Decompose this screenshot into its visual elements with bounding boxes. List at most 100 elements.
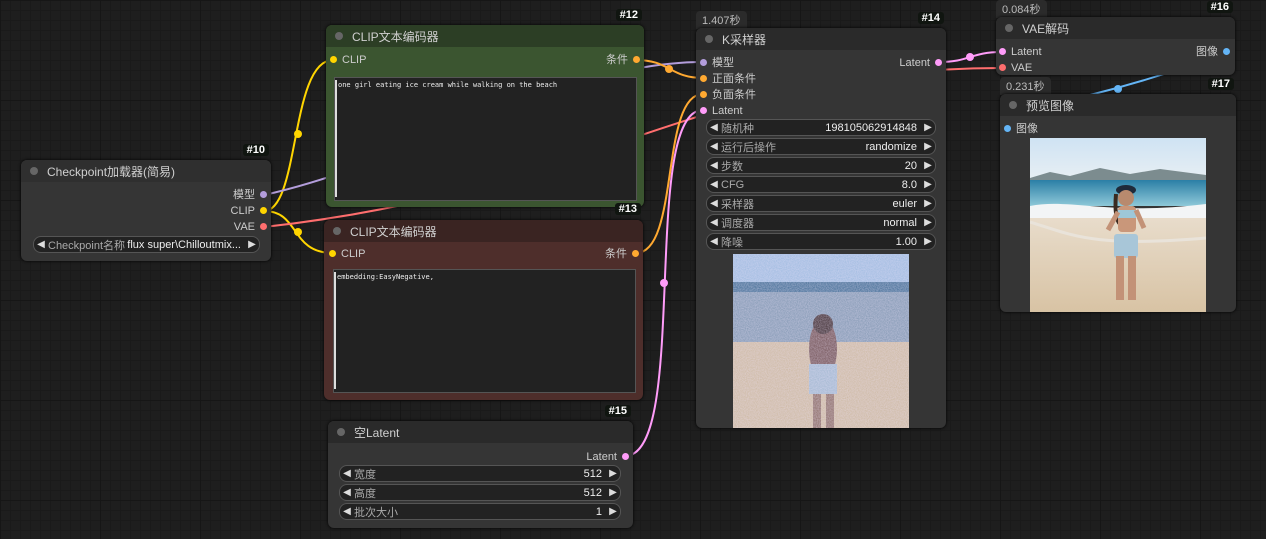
decrement-arrow-icon[interactable]: ◀ — [707, 122, 721, 133]
output-latent[interactable]: Latent — [586, 450, 629, 464]
slot-label: 模型 — [233, 189, 255, 201]
control-after-generate-widget[interactable]: ◀ 运行后操作 randomize ▶ — [706, 138, 936, 155]
decrement-arrow-icon[interactable]: ◀ — [707, 179, 721, 190]
output-conditioning[interactable]: 条件 — [605, 247, 639, 261]
slot-dot-icon[interactable] — [260, 223, 267, 230]
slot-dot-icon[interactable] — [700, 91, 707, 98]
collapse-dot-icon[interactable] — [333, 227, 341, 235]
slot-dot-icon[interactable] — [260, 191, 267, 198]
decrement-arrow-icon[interactable]: ◀ — [340, 468, 354, 479]
slot-dot-icon[interactable] — [330, 56, 337, 63]
left-arrow-icon[interactable]: ◀ — [34, 239, 48, 250]
clip-text-encode-positive-node[interactable]: #12 CLIP文本编码器 CLIP 条件 one girl eating ic… — [326, 9, 644, 207]
node-header[interactable]: 空Latent — [328, 421, 633, 443]
collapse-dot-icon[interactable] — [705, 35, 713, 43]
node-header[interactable]: 预览图像 — [1000, 94, 1236, 116]
collapse-dot-icon[interactable] — [1005, 24, 1013, 32]
slot-dot-icon[interactable] — [700, 59, 707, 66]
collapse-dot-icon[interactable] — [335, 32, 343, 40]
node-header[interactable]: VAE解码 — [996, 17, 1235, 39]
increment-arrow-icon[interactable]: ▶ — [921, 122, 935, 133]
slot-dot-icon[interactable] — [999, 64, 1006, 71]
preview-output-image[interactable] — [1030, 138, 1206, 312]
widget-value: 8.0 — [901, 178, 917, 191]
prompt-textarea[interactable]: one girl eating ice cream while walking … — [334, 77, 637, 201]
slot-dot-icon[interactable] — [329, 250, 336, 257]
seed-widget[interactable]: ◀ 随机种 198105062914848 ▶ — [706, 119, 936, 136]
output-vae[interactable]: VAE — [234, 220, 267, 234]
collapse-dot-icon[interactable] — [337, 428, 345, 436]
input-positive[interactable]: 正面条件 — [700, 72, 756, 86]
node-header[interactable]: CLIP文本编码器 — [326, 25, 644, 47]
slot-dot-icon[interactable] — [700, 107, 707, 114]
preview-image-node[interactable]: #17 预览图像 图像 — [1000, 78, 1236, 312]
increment-arrow-icon[interactable]: ▶ — [921, 141, 935, 152]
empty-latent-node[interactable]: #15 空Latent Latent ◀ 宽度 512 ▶ ◀ 高度 512 ▶… — [328, 405, 633, 528]
output-model[interactable]: 模型 — [233, 188, 267, 202]
input-clip[interactable]: CLIP — [330, 53, 366, 67]
steps-widget[interactable]: ◀ 步数 20 ▶ — [706, 157, 936, 174]
decrement-arrow-icon[interactable]: ◀ — [707, 236, 721, 247]
slot-dot-icon[interactable] — [260, 207, 267, 214]
input-latent[interactable]: Latent — [700, 104, 743, 118]
output-latent[interactable]: Latent — [899, 56, 942, 70]
collapse-dot-icon[interactable] — [1009, 101, 1017, 109]
slot-dot-icon[interactable] — [1004, 125, 1011, 132]
decrement-arrow-icon[interactable]: ◀ — [707, 160, 721, 171]
output-image[interactable]: 图像 — [1196, 45, 1230, 59]
increment-arrow-icon[interactable]: ▶ — [606, 506, 620, 517]
height-number-widget[interactable]: ◀ 高度 512 ▶ — [339, 484, 621, 501]
slot-dot-icon[interactable] — [633, 56, 640, 63]
input-samples[interactable]: Latent — [999, 45, 1042, 59]
decrement-arrow-icon[interactable]: ◀ — [340, 487, 354, 498]
output-conditioning[interactable]: 条件 — [606, 53, 640, 67]
node-header[interactable]: CLIP文本编码器 — [324, 220, 643, 242]
collapse-dot-icon[interactable] — [30, 167, 38, 175]
node-header[interactable]: Checkpoint加载器(简易) — [21, 160, 271, 182]
sampler-name-widget[interactable]: ◀ 采样器 euler ▶ — [706, 195, 936, 212]
node-header[interactable]: K采样器 — [696, 28, 946, 50]
checkpoint-loader-node[interactable]: #10 Checkpoint加载器(简易) 模型 CLIP VAE ◀ Chec… — [21, 144, 271, 261]
node-id: #13 — [614, 203, 641, 215]
increment-arrow-icon[interactable]: ▶ — [921, 179, 935, 190]
input-clip[interactable]: CLIP — [329, 247, 365, 261]
denoise-widget[interactable]: ◀ 降噪 1.00 ▶ — [706, 233, 936, 250]
decrement-arrow-icon[interactable]: ◀ — [707, 141, 721, 152]
clip-text-encode-negative-node[interactable]: #13 CLIP文本编码器 CLIP 条件 embedding:EasyNega… — [324, 203, 643, 400]
increment-arrow-icon[interactable]: ▶ — [921, 160, 935, 171]
increment-arrow-icon[interactable]: ▶ — [921, 217, 935, 228]
input-model[interactable]: 模型 — [700, 56, 734, 70]
node-id: #14 — [917, 12, 944, 24]
scheduler-widget[interactable]: ◀ 调度器 normal ▶ — [706, 214, 936, 231]
right-arrow-icon[interactable]: ▶ — [245, 239, 259, 250]
checkpoint-name-combo[interactable]: ◀ Checkpoint名称 flux super\Chilloutmix...… — [33, 236, 260, 253]
increment-arrow-icon[interactable]: ▶ — [921, 198, 935, 209]
batch-size-number-widget[interactable]: ◀ 批次大小 1 ▶ — [339, 503, 621, 520]
slot-dot-icon[interactable] — [632, 250, 639, 257]
vae-decode-node[interactable]: #16 VAE解码 Latent VAE 图像 — [996, 1, 1235, 75]
wire-midpoint — [665, 65, 673, 73]
width-number-widget[interactable]: ◀ 宽度 512 ▶ — [339, 465, 621, 482]
decrement-arrow-icon[interactable]: ◀ — [707, 217, 721, 228]
input-images[interactable]: 图像 — [1004, 122, 1038, 136]
slot-label: 正面条件 — [712, 73, 756, 85]
node-id: #17 — [1207, 78, 1234, 90]
increment-arrow-icon[interactable]: ▶ — [921, 236, 935, 247]
slot-dot-icon[interactable] — [622, 453, 629, 460]
slot-dot-icon[interactable] — [999, 48, 1006, 55]
increment-arrow-icon[interactable]: ▶ — [606, 468, 620, 479]
slot-dot-icon[interactable] — [1223, 48, 1230, 55]
prompt-textarea[interactable]: embedding:EasyNegative, — [333, 269, 636, 393]
increment-arrow-icon[interactable]: ▶ — [606, 487, 620, 498]
slot-dot-icon[interactable] — [700, 75, 707, 82]
input-vae[interactable]: VAE — [999, 61, 1032, 75]
widget-value: randomize — [865, 140, 917, 153]
decrement-arrow-icon[interactable]: ◀ — [707, 198, 721, 209]
cfg-widget[interactable]: ◀ CFG 8.0 ▶ — [706, 176, 936, 193]
decrement-arrow-icon[interactable]: ◀ — [340, 506, 354, 517]
output-clip[interactable]: CLIP — [231, 204, 267, 218]
text-caret — [334, 272, 336, 389]
ksampler-node[interactable]: #14 K采样器 模型 正面条件 负面条件 Latent Latent ◀ 随机… — [696, 12, 946, 428]
slot-dot-icon[interactable] — [935, 59, 942, 66]
input-negative[interactable]: 负面条件 — [700, 88, 756, 102]
